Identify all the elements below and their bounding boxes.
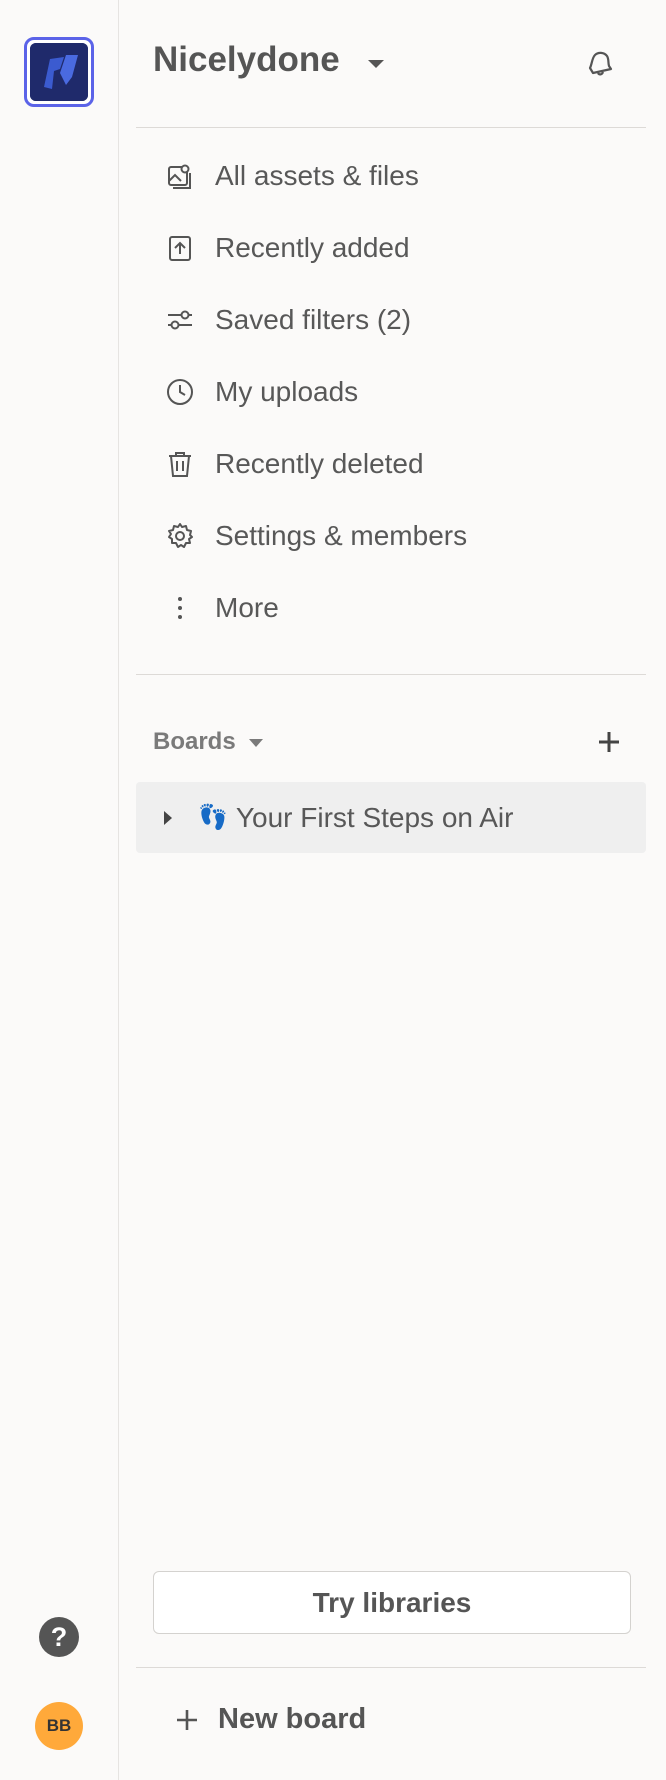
user-avatar[interactable]: BB xyxy=(35,1702,83,1750)
workspace-name[interactable]: Nicelydone xyxy=(153,40,340,80)
divider xyxy=(136,1667,646,1668)
workspace-dropdown-icon[interactable] xyxy=(368,60,384,68)
new-board-label: New board xyxy=(218,1703,367,1735)
new-board-button[interactable]: New board xyxy=(174,1703,366,1736)
clock-icon xyxy=(167,379,193,405)
board-label: Your First Steps on Air xyxy=(235,801,514,833)
sidebar: Nicelydone All assets & files Recently a… xyxy=(119,0,666,1780)
divider xyxy=(136,127,646,128)
workspace-logo-image xyxy=(30,43,88,101)
workspace-logo-icon xyxy=(30,43,88,101)
board-item[interactable]: 👣 Your First Steps on Air xyxy=(136,782,646,853)
nav-item-label: All assets & files xyxy=(215,160,419,191)
nav-item-my-uploads[interactable]: My uploads xyxy=(136,356,646,428)
trash-icon xyxy=(169,452,191,477)
workspace-rail: ? BB xyxy=(0,0,119,1780)
nav-item-label: Settings & members xyxy=(215,520,468,551)
nav-item-label: Recently deleted xyxy=(215,448,424,479)
upload-icon xyxy=(169,236,191,261)
more-vertical-icon xyxy=(178,597,182,619)
help-button[interactable]: ? xyxy=(39,1617,79,1657)
try-libraries-button[interactable]: Try libraries xyxy=(153,1571,631,1634)
gear-icon xyxy=(168,523,193,548)
nav-item-more[interactable]: More xyxy=(136,572,646,644)
footprints-icon: 👣 xyxy=(198,804,228,831)
sliders-icon xyxy=(168,310,192,330)
boards-header[interactable]: Boards xyxy=(153,728,236,756)
nav-item-settings[interactable]: Settings & members xyxy=(136,500,646,572)
workspace-logo[interactable] xyxy=(24,37,94,107)
notifications-bell-icon[interactable] xyxy=(581,44,617,80)
add-board-icon[interactable] xyxy=(593,726,625,758)
boards-dropdown-icon[interactable] xyxy=(249,739,263,747)
nav-item-label: Saved filters (2) xyxy=(215,304,412,335)
nav-item-recently-deleted[interactable]: Recently deleted xyxy=(136,428,646,500)
nav-item-label: More xyxy=(215,592,279,623)
nav-item-label: My uploads xyxy=(215,376,359,407)
main-nav: All assets & files Recently added Saved … xyxy=(136,140,646,644)
rail-top xyxy=(0,0,118,1516)
nav-item-all-assets[interactable]: All assets & files xyxy=(136,140,646,212)
divider xyxy=(136,674,646,675)
expand-arrow-icon[interactable] xyxy=(164,810,172,825)
image-stack-icon xyxy=(168,164,191,189)
nav-item-recently-added[interactable]: Recently added xyxy=(136,212,646,284)
nav-item-label: Recently added xyxy=(215,232,410,263)
nav-item-saved-filters[interactable]: Saved filters (2) xyxy=(136,284,646,356)
plus-icon xyxy=(177,1709,197,1730)
